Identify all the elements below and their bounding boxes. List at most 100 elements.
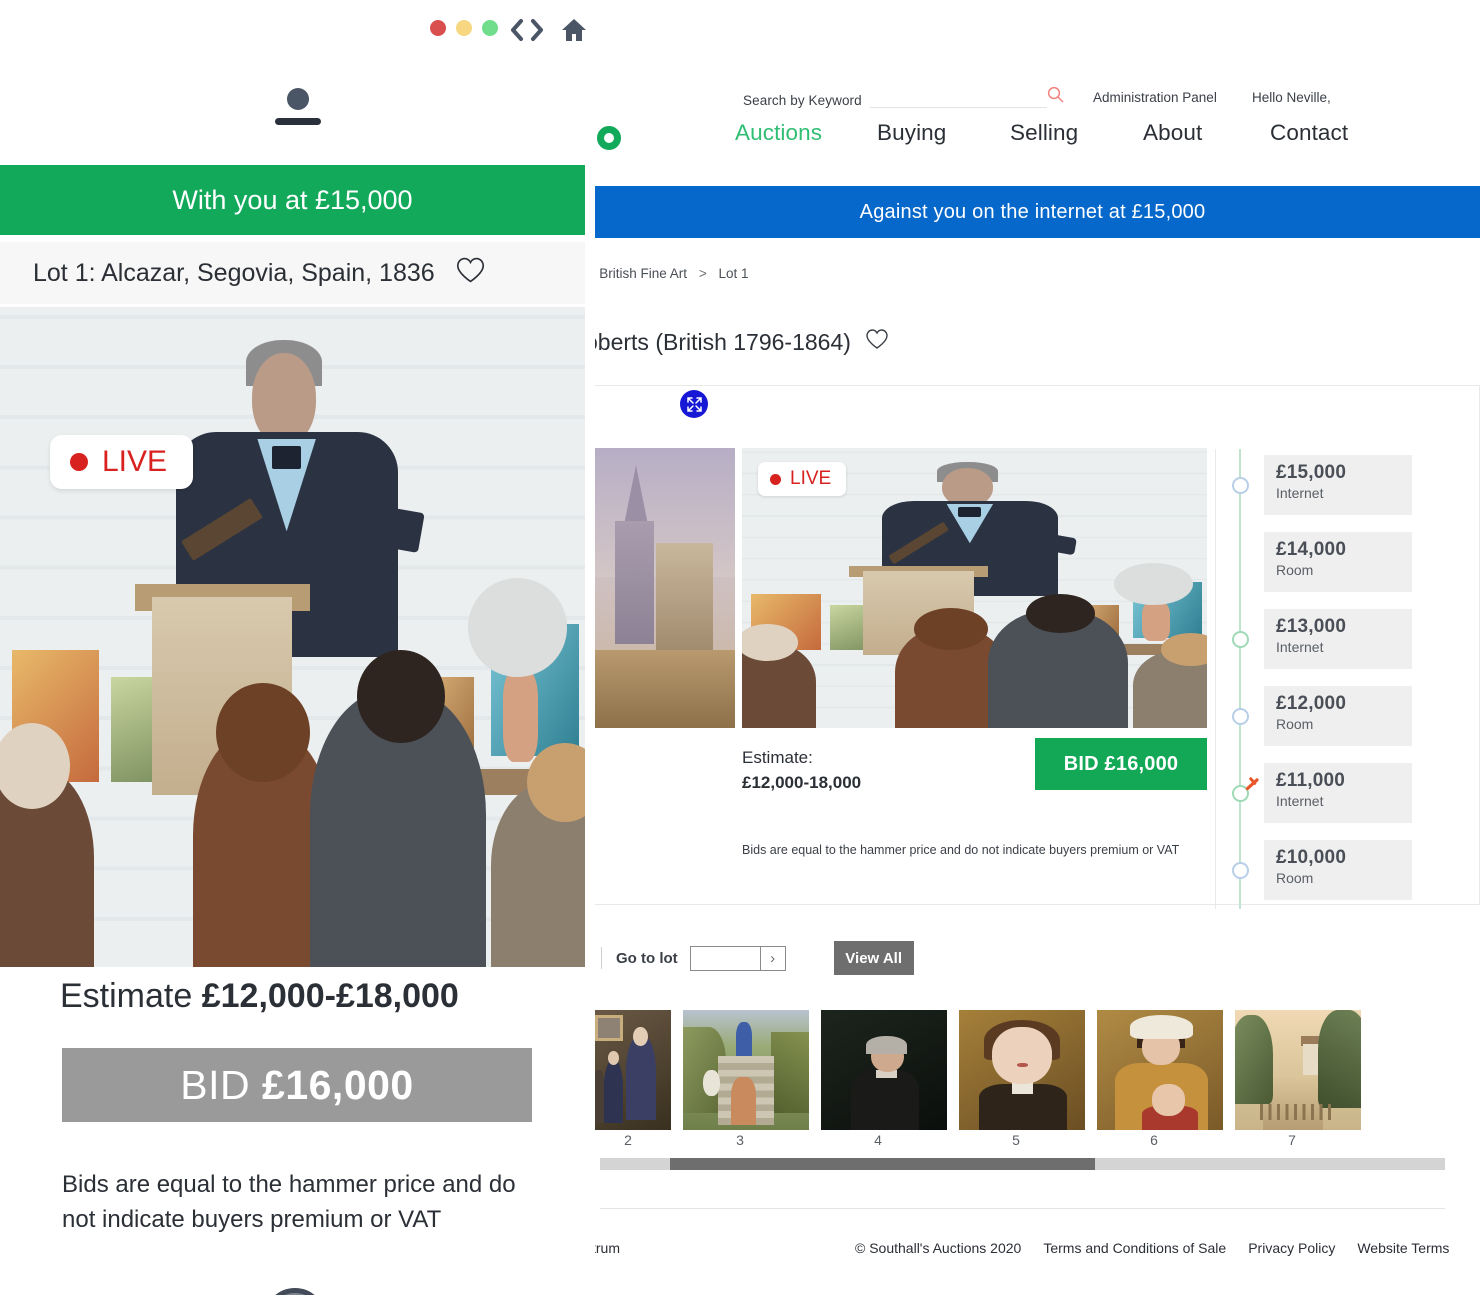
bid-source: Internet bbox=[1276, 485, 1324, 501]
estimate-label-mobile: Estimate bbox=[60, 977, 193, 1015]
thumbnail-number: 2 bbox=[624, 1132, 632, 1148]
footer-divider bbox=[600, 1208, 1445, 1209]
breadcrumb-parent[interactable]: British Fine Art bbox=[599, 266, 687, 281]
bid-amount: £10,000 bbox=[1276, 847, 1347, 868]
thumbnail-item[interactable] bbox=[683, 1010, 809, 1130]
timeline-node-icon bbox=[1232, 862, 1249, 879]
minimize-dot-icon[interactable] bbox=[456, 20, 472, 36]
live-label-mobile: LIVE bbox=[102, 445, 168, 478]
search-area[interactable]: Search by Keyword bbox=[743, 86, 1064, 108]
bid-button-desktop[interactable]: BID £16,000 bbox=[1035, 738, 1207, 790]
scrollbar-thumb[interactable] bbox=[670, 1158, 1095, 1170]
chevron-left-icon[interactable] bbox=[508, 17, 526, 43]
footer-link-website-terms[interactable]: Website Terms bbox=[1357, 1240, 1449, 1256]
bid-history-entry: £14,000 Room bbox=[1264, 532, 1412, 592]
maximize-dot-icon[interactable] bbox=[482, 20, 498, 36]
live-badge-desktop: LIVE bbox=[758, 462, 847, 496]
home-button-icon[interactable] bbox=[264, 1288, 326, 1295]
chevron-right-icon[interactable] bbox=[528, 17, 546, 43]
artwork-alcazar bbox=[585, 448, 735, 728]
thumbnail-item[interactable] bbox=[1097, 1010, 1223, 1130]
lot-thumbnail-strip[interactable] bbox=[585, 1010, 1480, 1130]
view-all-button[interactable]: View All bbox=[833, 941, 914, 975]
thumbnail-item[interactable] bbox=[821, 1010, 947, 1130]
device-speaker bbox=[270, 88, 326, 125]
estimate-line-mobile: Estimate £12,000-£18,000 bbox=[60, 977, 459, 1016]
close-dot-icon[interactable] bbox=[430, 20, 446, 36]
nav-item-contact[interactable]: Contact bbox=[1270, 120, 1348, 146]
live-dot-icon bbox=[70, 453, 88, 471]
search-icon[interactable] bbox=[1047, 86, 1064, 108]
nav-item-buying[interactable]: Buying bbox=[877, 120, 1010, 146]
estimate-label-desktop: Estimate: bbox=[742, 748, 813, 767]
search-input[interactable] bbox=[869, 86, 1047, 108]
auction-room-scene-mobile: 5 bbox=[0, 307, 585, 967]
bid-amount: £15,000 bbox=[1276, 462, 1347, 483]
administration-panel-link[interactable]: Administration Panel bbox=[1093, 90, 1217, 105]
thumbnail-number: 6 bbox=[1150, 1132, 1158, 1148]
goto-lot-input[interactable] bbox=[689, 945, 760, 971]
goto-lot-submit-button[interactable]: › bbox=[759, 945, 786, 971]
thumbnail-number: 4 bbox=[874, 1132, 882, 1148]
live-auction-video-desktop[interactable]: 5 LIVE bbox=[742, 448, 1207, 728]
goto-lot-label: Go to lot bbox=[616, 949, 678, 967]
search-label: Search by Keyword bbox=[743, 93, 862, 108]
user-greeting[interactable]: Hello Neville, bbox=[1252, 90, 1331, 105]
nav-item-selling[interactable]: Selling bbox=[1010, 120, 1143, 146]
expand-arrows-icon[interactable] bbox=[680, 390, 708, 418]
lot-navigation-bar: Go to lot › View All bbox=[585, 932, 1480, 984]
bid-amount: £14,000 bbox=[1276, 539, 1347, 560]
lot-title-mobile: Lot 1: Alcazar, Segovia, Spain, 1836 bbox=[33, 258, 435, 287]
bid-amount-mobile: £16,000 bbox=[262, 1061, 414, 1108]
bid-prefix-mobile: BID bbox=[180, 1061, 251, 1108]
heart-icon[interactable] bbox=[455, 256, 486, 291]
bid-history-timeline[interactable]: £15,000 Internet £14,000 Room £13,000 In… bbox=[1215, 449, 1420, 909]
browser-chrome bbox=[0, 0, 1480, 60]
bid-status-banner-desktop: Against you on the internet at £15,000 bbox=[585, 186, 1480, 238]
bid-amount: £11,000 bbox=[1276, 770, 1346, 791]
footer-links: © Southall's Auctions 2020 Terms and Con… bbox=[855, 1240, 1449, 1256]
speaker-grille-icon bbox=[275, 118, 321, 125]
breadcrumb: · British Fine Art > Lot 1 bbox=[585, 266, 1480, 281]
thumbnail-item[interactable] bbox=[1235, 1010, 1361, 1130]
home-icon[interactable] bbox=[560, 16, 588, 49]
bid-history-entry: £11,000 Internet bbox=[1264, 763, 1412, 823]
logo-ring bbox=[597, 126, 621, 150]
bid-paddle-mobile: 5 bbox=[468, 577, 568, 677]
bid-history-entry: £15,000 Internet bbox=[1264, 455, 1412, 515]
footer-link-privacy-policy[interactable]: Privacy Policy bbox=[1248, 1240, 1335, 1256]
mobile-device-mockup: With you at £15,000 Lot 1: Alcazar, Sego… bbox=[0, 60, 595, 1295]
nav-item-auctions[interactable]: Auctions bbox=[735, 120, 877, 146]
breadcrumb-separator: > bbox=[698, 266, 707, 281]
bid-button-mobile[interactable]: BID £16,000 bbox=[62, 1048, 532, 1122]
thumbnail-item[interactable] bbox=[959, 1010, 1085, 1130]
bid-history-entry: £12,000 Room bbox=[1264, 686, 1412, 746]
thumbnail-item[interactable] bbox=[585, 1010, 671, 1130]
artwork-thumb-6 bbox=[1097, 1010, 1223, 1130]
bid-source: Internet bbox=[1276, 793, 1324, 809]
timeline-node-icon bbox=[1232, 631, 1249, 648]
bid-history-row: £11,000 Internet bbox=[1216, 757, 1420, 834]
divider bbox=[601, 947, 602, 969]
utility-row: Search by Keyword Administration Panel H… bbox=[585, 82, 1480, 118]
footer-link-terms-conditions[interactable]: Terms and Conditions of Sale bbox=[1043, 1240, 1226, 1256]
bid-amount: £13,000 bbox=[1276, 616, 1347, 637]
artwork-thumb-3 bbox=[683, 1010, 809, 1130]
browser-navigation[interactable] bbox=[508, 17, 546, 43]
live-label-desktop: LIVE bbox=[790, 468, 832, 489]
bid-source: Room bbox=[1276, 716, 1314, 732]
nav-item-about[interactable]: About bbox=[1143, 120, 1270, 146]
footer-copyright: © Southall's Auctions 2020 bbox=[855, 1240, 1022, 1256]
live-auction-video-mobile[interactable]: 5 LIVE bbox=[0, 307, 585, 967]
thumbnail-scrollbar[interactable] bbox=[600, 1158, 1445, 1170]
desktop-browser-viewport: Search by Keyword Administration Panel H… bbox=[585, 60, 1480, 1295]
window-controls[interactable] bbox=[430, 20, 498, 36]
bid-disclaimer-desktop: Bids are equal to the hammer price and d… bbox=[742, 843, 1180, 857]
lot-gallery-thumbnail[interactable] bbox=[585, 448, 735, 728]
bid-status-banner-mobile: With you at £15,000 bbox=[0, 165, 585, 235]
site-footer: strum © Southall's Auctions 2020 Terms a… bbox=[585, 1240, 1480, 1264]
bid-source: Internet bbox=[1276, 639, 1324, 655]
artwork-thumb-4 bbox=[821, 1010, 947, 1130]
thumbnail-number: 5 bbox=[1012, 1132, 1020, 1148]
heart-icon[interactable] bbox=[865, 328, 889, 356]
